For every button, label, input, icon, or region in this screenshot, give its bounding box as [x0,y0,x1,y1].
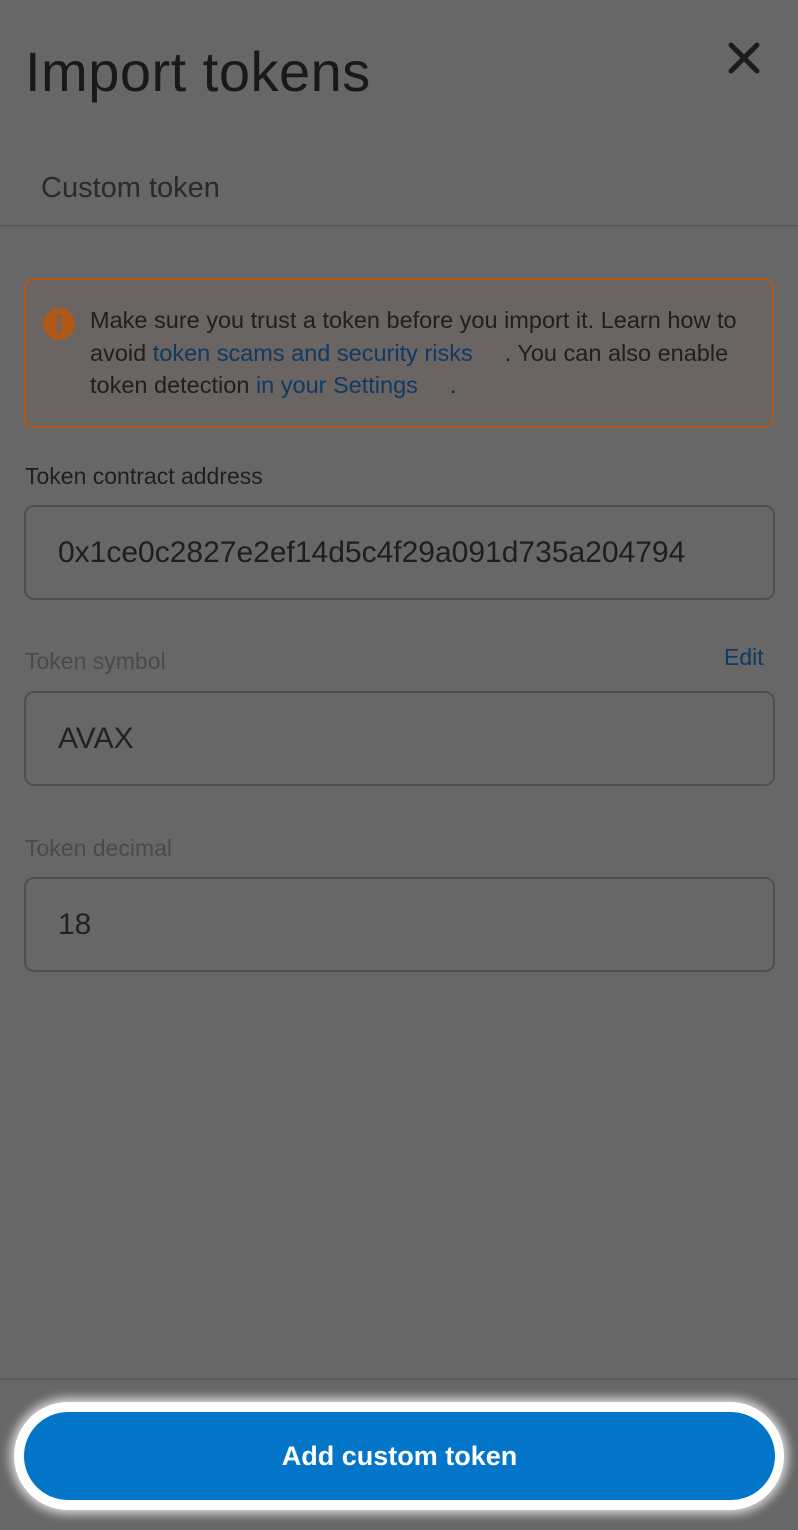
settings-link[interactable]: in your Settings [256,372,418,398]
token-symbol-label: Token symbol [25,648,166,674]
warning-text: Make sure you trust a token before you i… [90,304,750,402]
token-decimal-label: Token decimal [25,835,173,861]
tab-custom-token[interactable]: Custom token [41,172,220,205]
token-scams-link[interactable]: token scams and security risks [153,340,473,366]
page-title: Import tokens [25,40,371,103]
token-symbol-field-container [24,691,775,786]
token-symbol-input[interactable] [58,693,764,784]
import-tokens-screen: Import tokens Custom token Make sure you… [0,0,798,1530]
edit-symbol-link[interactable]: Edit [724,644,764,671]
tab-bar: Custom token [0,150,798,227]
info-icon [43,308,75,340]
footer-divider [0,1378,798,1380]
token-decimal-input[interactable] [58,879,764,970]
close-button[interactable] [724,38,764,78]
warning-banner: Make sure you trust a token before you i… [24,278,774,428]
token-decimal-field-container [24,877,775,972]
contract-address-field-container [24,505,775,600]
close-icon [728,42,760,74]
contract-address-label: Token contract address [25,463,263,489]
contract-address-input[interactable] [58,507,764,598]
warning-text-part-3: . [449,372,457,398]
add-custom-token-button[interactable]: Add custom token [24,1412,775,1500]
